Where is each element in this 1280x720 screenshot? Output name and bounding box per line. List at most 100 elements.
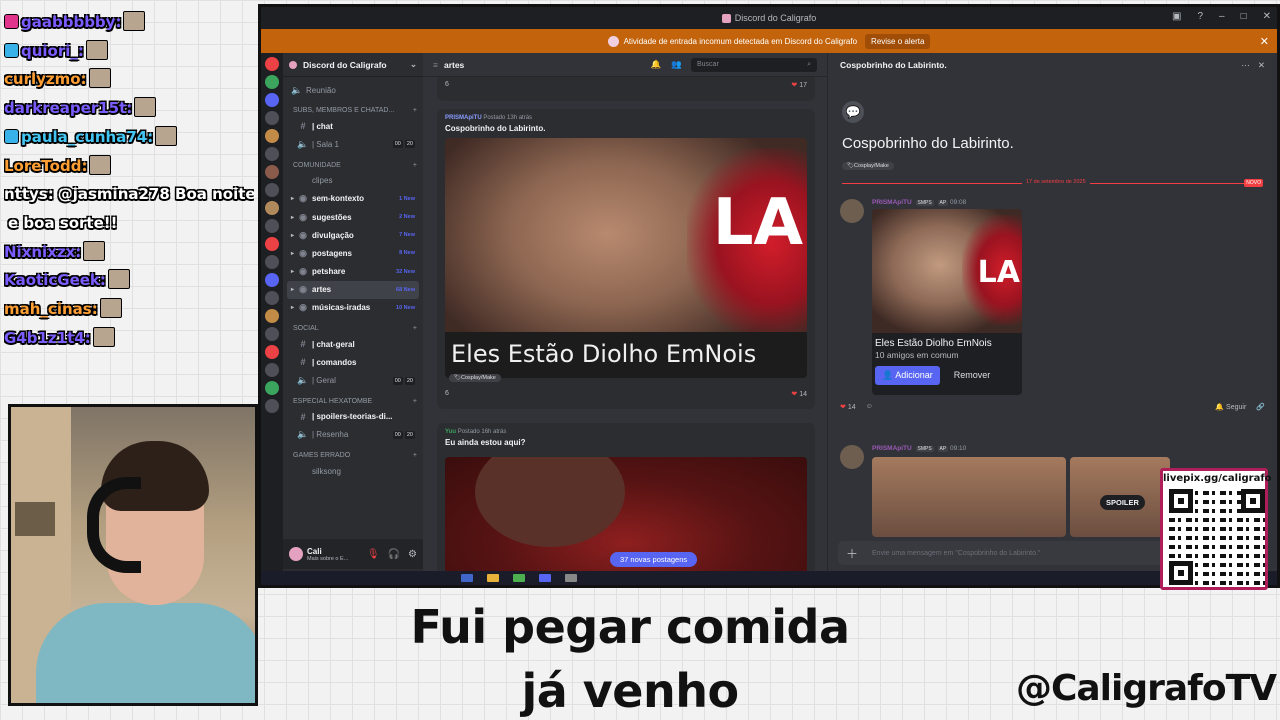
inbox-icon[interactable]: ▣	[1172, 11, 1181, 22]
channel-item[interactable]: 🔈 | Resenha 00 20	[287, 426, 419, 444]
new-posts-pill[interactable]: 37 novas postagens	[610, 552, 698, 567]
channel-category[interactable]: ESPECIAL HEXATOMBE +	[287, 390, 419, 408]
bell-icon[interactable]: 🔔	[651, 59, 662, 70]
server-icon[interactable]	[265, 165, 279, 179]
server-icon[interactable]	[265, 291, 279, 305]
channel-item[interactable]: clipes	[287, 172, 419, 190]
minimize-button[interactable]: –	[1219, 11, 1225, 22]
reaction-chip[interactable]: ❤ 14	[840, 403, 856, 411]
thread-tag-label: Cosplay/Make	[853, 163, 889, 169]
plus-icon[interactable]: ＋	[846, 545, 858, 562]
server-icon[interactable]	[265, 129, 279, 143]
channel-item[interactable]: ▸ ◉ divulgação 7 New	[287, 226, 419, 244]
server-icon[interactable]	[265, 147, 279, 161]
taskbar-app-icon[interactable]	[461, 574, 473, 582]
security-alert-bar: Atividade de entrada incomum detectada e…	[261, 29, 1277, 53]
add-reaction-icon[interactable]: ☺	[866, 403, 873, 411]
server-icon[interactable]	[265, 111, 279, 125]
channel-item[interactable]: # | comandos	[287, 353, 419, 371]
close-alert-icon[interactable]: ✕	[1260, 35, 1269, 48]
close-button[interactable]: ✕	[1263, 11, 1271, 22]
emote-icon	[92, 326, 115, 347]
channel-category[interactable]: SUBS, MEMBROS E CHATAD... +	[287, 99, 419, 117]
avatar[interactable]	[289, 547, 303, 561]
reaction-count[interactable]: ❤ 14	[791, 390, 807, 398]
server-icon[interactable]	[265, 93, 279, 107]
taskbar-app-icon[interactable]	[513, 574, 525, 582]
server-icon[interactable]	[265, 345, 279, 359]
mute-icon[interactable]: 🎙	[367, 549, 380, 560]
message-author[interactable]: PRISMApiTU	[872, 199, 912, 206]
channel-item[interactable]: ▸ ◉ postagens 8 New	[287, 244, 419, 262]
headphones-icon[interactable]: 🎧	[388, 549, 400, 560]
post-image[interactable]: LA Eles Estão Diolho EmNois	[445, 138, 807, 378]
server-icon[interactable]	[265, 255, 279, 269]
taskbar-app-icon[interactable]	[565, 574, 577, 582]
window-title: Discord do Caligrafo	[734, 13, 817, 23]
channel-item[interactable]: silksong	[287, 462, 419, 480]
channel-category[interactable]: COMUNIDADE +	[287, 154, 419, 172]
forum-post[interactable]: PRISMApiTU Postado 13h atrás Cospobrinho…	[437, 109, 815, 409]
follow-button[interactable]: 🔔 Seguir	[1215, 403, 1246, 411]
channel-item[interactable]: ▸ ◉ petshare 32 New	[287, 263, 419, 281]
channel-item[interactable]: ▸ ◉ artes 68 New	[287, 280, 419, 299]
link-icon[interactable]: 🔗	[1256, 403, 1265, 411]
post-author[interactable]: Yuu	[445, 429, 456, 435]
more-icon[interactable]: ⋯	[1241, 60, 1250, 71]
add-channel-icon[interactable]: +	[413, 162, 417, 169]
channel-category[interactable]: SOCIAL +	[287, 317, 419, 335]
server-header[interactable]: Discord do Caligrafo ⌄	[283, 53, 423, 77]
server-icon[interactable]	[265, 219, 279, 233]
channel-item[interactable]: # | chat	[287, 117, 419, 135]
review-alert-button[interactable]: Revise o alerta	[865, 33, 931, 49]
help-icon[interactable]: ?	[1197, 11, 1203, 22]
add-channel-icon[interactable]: +	[413, 452, 417, 459]
server-icon[interactable]	[265, 273, 279, 287]
post-author[interactable]: PRISMApiTU	[445, 115, 482, 121]
server-icon[interactable]	[265, 183, 279, 197]
chat-message: LoreTodd:	[4, 152, 254, 181]
server-icon[interactable]	[265, 309, 279, 323]
add-channel-icon[interactable]: +	[413, 107, 417, 114]
taskbar-app-icon[interactable]	[487, 574, 499, 582]
server-icon[interactable]	[265, 75, 279, 89]
avatar[interactable]	[840, 445, 864, 469]
add-channel-icon[interactable]: +	[413, 398, 417, 405]
gear-icon[interactable]: ⚙	[408, 549, 417, 560]
server-icon[interactable]	[265, 237, 279, 251]
taskbar-app-icon[interactable]	[539, 574, 551, 582]
server-icon[interactable]	[265, 201, 279, 215]
search-input[interactable]: Buscar ⌕	[691, 57, 817, 72]
reaction-count-value: 14	[847, 404, 856, 411]
channel-category[interactable]: GAMES ERRADO +	[287, 444, 419, 462]
remove-button[interactable]: Remover	[948, 366, 997, 385]
channel-item[interactable]: # | spoilers-teorias-di...	[287, 408, 419, 426]
message-author[interactable]: PRISMApiTU	[872, 445, 912, 452]
avatar[interactable]	[840, 199, 864, 223]
server-icon[interactable]	[265, 381, 279, 395]
channel-item[interactable]: 🔈 | Sala 1 00 20	[287, 135, 419, 153]
close-icon[interactable]: ✕	[1258, 60, 1265, 71]
server-icon[interactable]	[265, 57, 279, 71]
channel-name: postagens	[312, 248, 353, 258]
channel-item[interactable]: 🔈 Reunião	[287, 81, 419, 99]
spoiler-image[interactable]	[872, 457, 1066, 537]
chat-username: darkreaper15t:	[4, 99, 133, 118]
profile-card-image[interactable]: LA	[872, 209, 1022, 333]
channel-item[interactable]: ▸ ◉ sugestões 2 New	[287, 208, 419, 226]
add-channel-icon[interactable]: +	[413, 325, 417, 332]
server-icon[interactable]	[265, 399, 279, 413]
add-friend-button[interactable]: 👤 Adicionar	[875, 366, 940, 385]
forum-post-partial[interactable]: 6 ❤ 17	[437, 77, 815, 101]
channel-item[interactable]: # | chat-geral	[287, 335, 419, 353]
thread-tag[interactable]: 🏷 Cosplay/Make	[842, 162, 894, 170]
server-icon[interactable]	[265, 327, 279, 341]
members-icon[interactable]: 👥	[671, 59, 682, 70]
server-icon[interactable]	[265, 363, 279, 377]
maximize-button[interactable]: □	[1241, 11, 1247, 22]
channel-item[interactable]: ▸ ◉ músicas-iradas 10 New	[287, 299, 419, 317]
channel-item[interactable]: ▸ ◉ sem-kontexto 1 New	[287, 190, 419, 208]
post-tag[interactable]: 🏷 Cosplay/Make	[449, 374, 501, 382]
channel-item[interactable]: 🔈 | Geral 00 20	[287, 371, 419, 389]
spoiler-label[interactable]: SPOILER	[1100, 495, 1145, 510]
